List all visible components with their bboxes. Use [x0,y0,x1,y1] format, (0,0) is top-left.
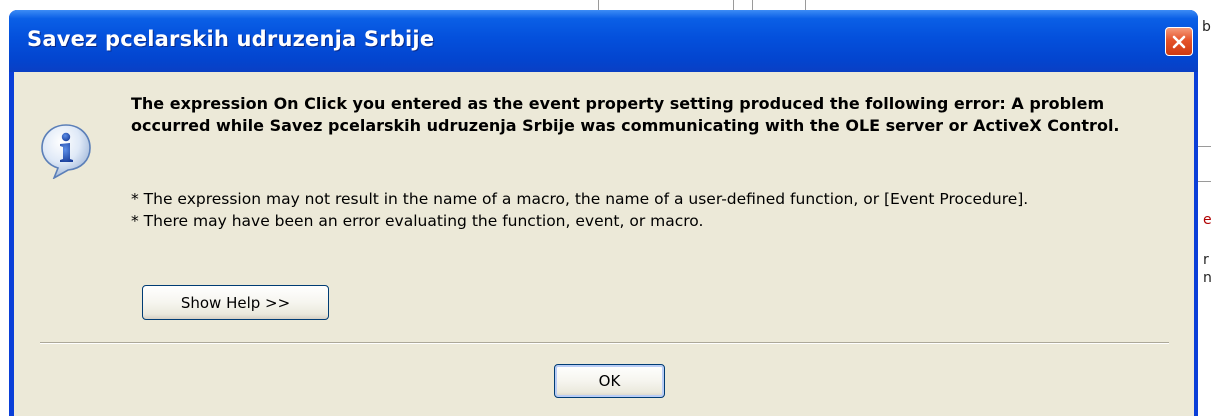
background-divider [1198,146,1211,147]
detail-line: * There may have been an error evaluatin… [131,211,704,230]
close-button[interactable] [1165,27,1193,56]
error-message: The expression On Click you entered as t… [131,94,1120,135]
background-text-fragment: n [1203,270,1211,286]
error-details: * The expression may not result in the n… [131,189,1171,232]
info-icon [41,124,91,179]
separator [40,342,1169,344]
background-text-fragment: b [1202,19,1211,35]
background-divider [1198,181,1211,182]
background-text-fragment: e [1203,212,1211,228]
dialog-title: Savez pcelarskih udruzenja Srbije [27,27,435,51]
title-bar[interactable]: Savez pcelarskih udruzenja Srbije [9,10,1198,72]
ok-button[interactable]: OK [554,364,665,398]
show-help-button[interactable]: Show Help >> [142,285,329,320]
detail-line: * The expression may not result in the n… [131,190,1029,208]
close-x-icon [1172,35,1186,48]
background-text-fragment: r [1203,252,1209,268]
